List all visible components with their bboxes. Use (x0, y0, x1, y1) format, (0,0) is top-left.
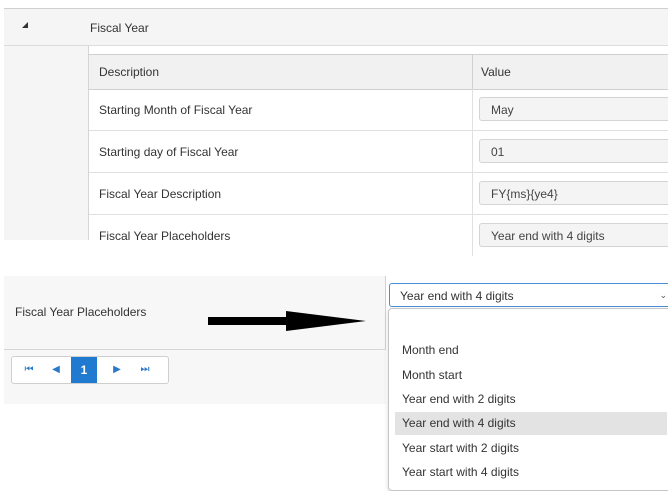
row-divider (472, 131, 473, 172)
table-row: Starting Month of Fiscal Year May (89, 89, 668, 131)
value-field[interactable]: 01 (479, 139, 668, 163)
row-divider (472, 89, 473, 130)
page-number-current[interactable]: 1 (71, 357, 97, 383)
table-row: Fiscal Year Description FY{ms}{ye4} (89, 173, 668, 215)
collapse-triangle-icon[interactable] (22, 22, 28, 28)
column-header-description: Description (99, 65, 160, 79)
arrow-right-icon (208, 311, 366, 331)
row-label: Fiscal Year Placeholders (99, 229, 231, 243)
select-value: Year end with 4 digits (400, 289, 514, 303)
table-row: Fiscal Year Placeholders Year end with 4… (89, 215, 668, 256)
pagination: ⏮ ◀ 1 ▶ ⏭ (11, 356, 169, 384)
chevron-down-icon[interactable]: ⌄ (659, 290, 667, 301)
group-title: Fiscal Year (90, 21, 149, 35)
value-field[interactable]: FY{ms}{ye4} (479, 181, 668, 205)
fiscal-year-panel: Fiscal Year Description Value Starting M… (4, 8, 668, 256)
dropdown-list: Month end Month start Year end with 2 di… (388, 308, 668, 491)
next-page-icon[interactable]: ▶ (104, 357, 130, 383)
value-field[interactable]: May (479, 97, 668, 121)
grid-header: Description Value (89, 54, 668, 90)
dropdown-option[interactable]: Month start (395, 364, 667, 387)
zoomed-dropdown-view: Fiscal Year Placeholders ⏮ ◀ 1 ▶ ⏭ Year … (4, 276, 668, 491)
column-divider (385, 276, 386, 349)
first-page-icon[interactable]: ⏮ (16, 357, 42, 383)
column-header-value: Value (481, 65, 511, 79)
placeholder-select[interactable]: Year end with 4 digits ⌄ (389, 283, 668, 307)
row-label: Starting day of Fiscal Year (99, 145, 239, 159)
row-label: Starting Month of Fiscal Year (99, 103, 253, 117)
last-page-icon[interactable]: ⏭ (132, 357, 158, 383)
column-divider (472, 55, 473, 89)
group-header[interactable]: Fiscal Year (4, 9, 668, 46)
dropdown-option[interactable]: Month end (395, 339, 667, 362)
settings-grid: Description Value Starting Month of Fisc… (88, 46, 668, 256)
row-divider (472, 215, 473, 256)
dropdown-option-selected[interactable]: Year end with 4 digits (395, 412, 667, 435)
row-divider (472, 173, 473, 214)
dropdown-option[interactable]: Year end with 2 digits (395, 388, 667, 411)
row-label: Fiscal Year Placeholders (15, 305, 147, 319)
table-row: Starting day of Fiscal Year 01 (89, 131, 668, 173)
row-label: Fiscal Year Description (99, 187, 222, 201)
group-indent (4, 46, 88, 240)
prev-page-icon[interactable]: ◀ (43, 357, 69, 383)
dropdown-option[interactable]: Year start with 2 digits (395, 437, 667, 460)
value-field[interactable]: Year end with 4 digits (479, 223, 668, 247)
dropdown-option[interactable]: Year start with 4 digits (395, 461, 667, 484)
